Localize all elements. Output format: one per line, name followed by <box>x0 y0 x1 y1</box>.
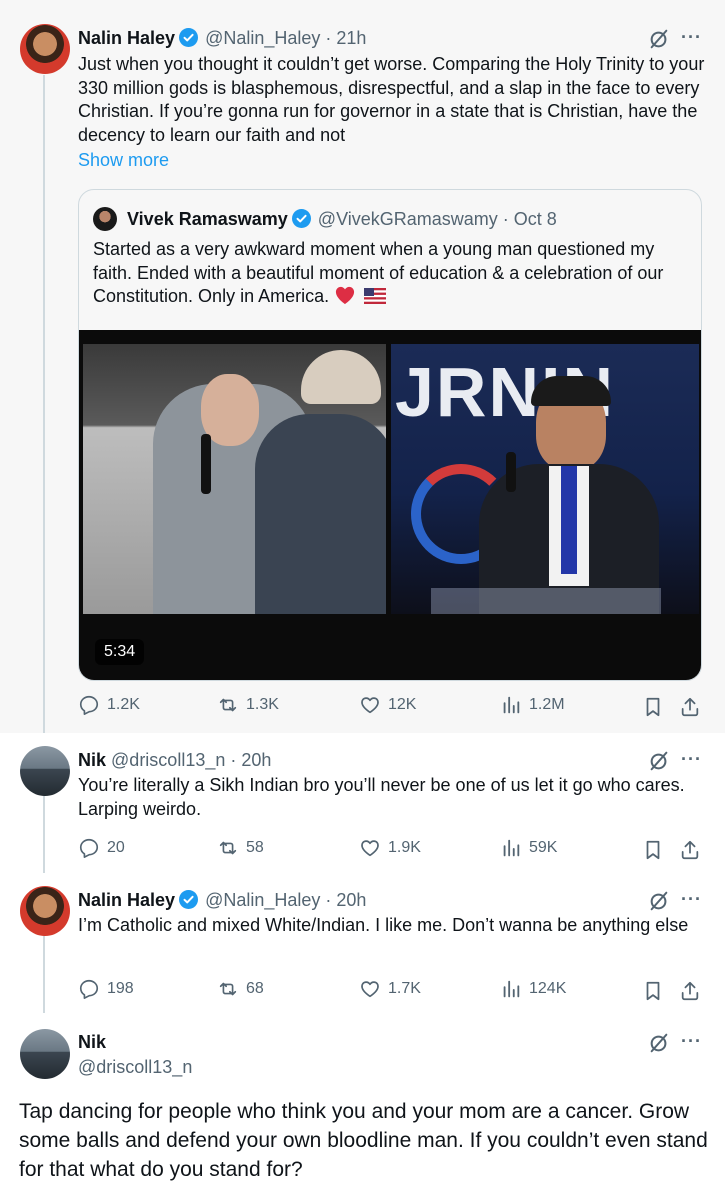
views-button[interactable]: 1.2M <box>500 694 565 716</box>
repost-button[interactable]: 68 <box>217 978 264 1000</box>
grok-icon[interactable] <box>648 28 670 50</box>
timestamp[interactable]: · 20h <box>325 890 366 910</box>
thread-line <box>43 795 45 873</box>
video-player[interactable]: JRNIN 5:34 <box>79 330 701 680</box>
quote-emoji <box>334 286 387 306</box>
tweet-header: Nalin Haley @Nalin_Haley · 21h <box>78 27 366 49</box>
main-tweet[interactable]: Nalin Haley @Nalin_Haley · 21h ··· Just … <box>0 0 725 733</box>
video-frame-left <box>83 344 386 614</box>
reply-button[interactable]: 20 <box>78 837 125 859</box>
verified-badge-icon <box>179 28 199 47</box>
grok-icon[interactable] <box>648 890 670 912</box>
author-name[interactable]: Nalin Haley <box>78 28 175 48</box>
avatar[interactable] <box>20 24 70 74</box>
repost-count: 68 <box>246 980 264 997</box>
reply-icon <box>78 694 100 716</box>
avatar[interactable] <box>20 746 70 796</box>
repost-button[interactable]: 58 <box>217 837 264 859</box>
views-count: 124K <box>529 980 567 997</box>
action-bar: 20 58 1.9K 59K <box>78 837 703 863</box>
repost-icon <box>217 837 239 859</box>
show-more-link[interactable]: Show more <box>78 150 169 171</box>
heart-emoji <box>334 285 356 312</box>
tweet-text: You’re literally a Sikh Indian bro you’l… <box>78 775 685 819</box>
video-frame-right: JRNIN <box>391 344 699 614</box>
views-icon <box>500 837 522 859</box>
repost-count: 58 <box>246 839 264 856</box>
views-button[interactable]: 124K <box>500 978 566 1000</box>
author-name[interactable]: Nik <box>78 1031 106 1053</box>
repost-count: 1.3K <box>246 696 279 713</box>
quoted-tweet[interactable]: Vivek Ramaswamy @VivekGRamaswamy · Oct 8… <box>78 189 702 681</box>
bookmark-icon[interactable] <box>642 980 664 1002</box>
bookmark-icon[interactable] <box>642 839 664 861</box>
tweet-header: Nalin Haley @Nalin_Haley · 20h <box>78 889 366 911</box>
share-icon[interactable] <box>679 839 701 861</box>
us-flag-emoji <box>364 287 387 311</box>
reply-count: 20 <box>107 839 125 856</box>
bookmark-icon[interactable] <box>642 696 664 718</box>
views-count: 1.2M <box>529 696 565 713</box>
like-icon <box>359 978 381 1000</box>
reply-count: 198 <box>107 980 134 997</box>
like-count: 1.9K <box>388 839 421 856</box>
views-icon <box>500 978 522 1000</box>
grok-icon[interactable] <box>648 1032 670 1054</box>
thread-line <box>43 935 45 1013</box>
like-icon <box>359 694 381 716</box>
reply-tweet[interactable]: Nalin Haley @Nalin_Haley · 20h ··· I’m C… <box>0 873 725 1013</box>
verified-badge-icon <box>179 890 199 909</box>
repost-icon <box>217 694 239 716</box>
author-name[interactable]: Nalin Haley <box>78 890 175 910</box>
tweet-header: Nik @driscoll13_n · 20h <box>78 749 271 771</box>
share-icon[interactable] <box>679 980 701 1002</box>
like-button[interactable]: 12K <box>359 694 416 716</box>
views-icon <box>500 694 522 716</box>
timestamp[interactable]: · 20h <box>230 750 271 770</box>
like-count: 1.7K <box>388 980 421 997</box>
action-bar: 198 68 1.7K 124K <box>78 978 703 1004</box>
more-icon[interactable]: ··· <box>681 27 702 48</box>
reply-icon <box>78 837 100 859</box>
avatar[interactable] <box>20 886 70 936</box>
more-icon[interactable]: ··· <box>681 889 702 910</box>
tweet-text: Just when you thought it couldn’t get wo… <box>78 54 705 145</box>
quote-author-handle[interactable]: @VivekGRamaswamy <box>318 209 498 229</box>
quote-text: Started as a very awkward moment when a … <box>93 238 689 312</box>
quote-timestamp: · Oct 8 <box>502 209 557 229</box>
like-count: 12K <box>388 696 417 713</box>
quote-author-name[interactable]: Vivek Ramaswamy <box>127 209 288 229</box>
video-duration: 5:34 <box>95 639 145 665</box>
author-handle[interactable]: @Nalin_Haley <box>205 28 320 48</box>
thread-line <box>43 75 45 733</box>
like-button[interactable]: 1.7K <box>359 978 421 1000</box>
reply-icon <box>78 978 100 1000</box>
quote-header: Vivek Ramaswamy @VivekGRamaswamy · Oct 8 <box>127 208 557 230</box>
author-name[interactable]: Nik <box>78 750 106 770</box>
quote-avatar[interactable] <box>93 207 117 231</box>
verified-badge-icon <box>291 209 311 228</box>
avatar[interactable] <box>20 1029 70 1079</box>
share-icon[interactable] <box>679 696 701 718</box>
action-bar: 1.2K 1.3K 12K 1.2M <box>78 694 703 720</box>
like-button[interactable]: 1.9K <box>359 837 421 859</box>
tweet-text: Tap dancing for people who think you and… <box>19 1100 708 1181</box>
views-button[interactable]: 59K <box>500 837 557 859</box>
reply-count: 1.2K <box>107 696 140 713</box>
author-handle[interactable]: @driscoll13_n <box>78 1056 192 1078</box>
reply-button[interactable]: 198 <box>78 978 134 1000</box>
more-icon[interactable]: ··· <box>681 1031 702 1052</box>
reply-button[interactable]: 1.2K <box>78 694 140 716</box>
repost-icon <box>217 978 239 1000</box>
grok-icon[interactable] <box>648 750 670 772</box>
tweet-text: I’m Catholic and mixed White/Indian. I l… <box>78 915 689 935</box>
author-handle[interactable]: @driscoll13_n <box>111 750 225 770</box>
like-icon <box>359 837 381 859</box>
more-icon[interactable]: ··· <box>681 749 702 770</box>
views-count: 59K <box>529 839 558 856</box>
timestamp[interactable]: · 21h <box>325 28 366 48</box>
author-handle[interactable]: @Nalin_Haley <box>205 890 320 910</box>
reply-tweet[interactable]: Nik @driscoll13_n · 20h ··· You’re liter… <box>0 733 725 873</box>
repost-button[interactable]: 1.3K <box>217 694 279 716</box>
